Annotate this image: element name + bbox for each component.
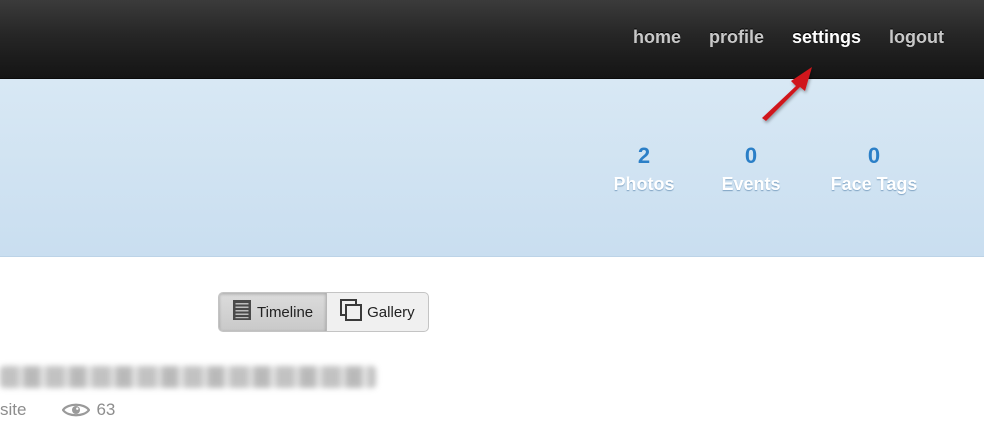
stat-photos-label: Photos <box>613 174 675 194</box>
annotation-arrow <box>762 67 812 121</box>
stat-events-count: 0 <box>744 143 758 168</box>
top-navigation-bar: home profile settings logout <box>0 0 984 79</box>
gallery-toggle-button[interactable]: Gallery <box>327 293 428 331</box>
nav-link-settings[interactable]: settings <box>792 27 861 48</box>
timeline-icon <box>232 299 252 325</box>
stat-face-tags[interactable]: 0 Face Tags <box>822 143 926 199</box>
view-count-value: 63 <box>96 400 116 419</box>
view-count: 63 <box>62 400 115 420</box>
eye-icon <box>62 403 91 417</box>
nav-link-logout[interactable]: logout <box>889 27 944 48</box>
blurred-post-title <box>0 366 376 388</box>
timeline-toggle-button[interactable]: Timeline <box>219 293 328 331</box>
profile-stats-banner: 2 Photos 0 Events 0 Face Tags <box>0 79 984 257</box>
main-nav: home profile settings logout <box>633 27 944 48</box>
view-toggle: Timeline Gallery <box>218 292 429 332</box>
post-meta: site 63 <box>0 400 115 420</box>
stat-photos-count: 2 <box>637 143 651 168</box>
timeline-label: Timeline <box>257 303 314 321</box>
stat-events[interactable]: 0 Events <box>716 143 786 199</box>
nav-link-home[interactable]: home <box>633 27 681 48</box>
stat-face-tags-count: 0 <box>867 143 881 168</box>
gallery-icon <box>340 299 363 325</box>
gallery-label: Gallery <box>367 303 415 321</box>
stat-face-tags-label: Face Tags <box>830 174 918 194</box>
stat-events-label: Events <box>721 174 781 194</box>
post-source[interactable]: site <box>0 400 26 420</box>
nav-link-profile[interactable]: profile <box>709 27 764 48</box>
stat-photos[interactable]: 2 Photos <box>608 143 680 199</box>
